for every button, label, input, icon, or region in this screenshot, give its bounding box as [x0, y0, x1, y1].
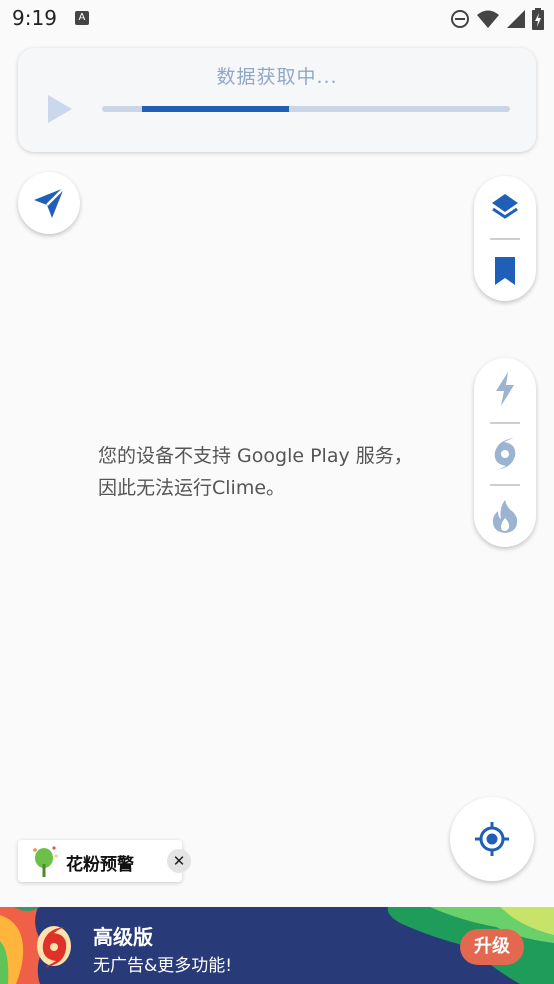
status-bar: 9:19 A: [0, 0, 554, 36]
bookmark-button[interactable]: [474, 256, 536, 286]
send-button[interactable]: [18, 172, 80, 234]
loading-card: 数据获取中...: [18, 48, 536, 152]
tree-icon: [33, 846, 58, 877]
pollen-alert-chip[interactable]: 花粉预警 ✕: [18, 840, 191, 882]
weather-layers-pill: [474, 358, 536, 547]
status-icons: [450, 8, 544, 30]
a-icon: A: [74, 11, 89, 25]
pill-divider: [490, 238, 520, 240]
banner-subtitle: 无广告&更多功能!: [93, 956, 233, 976]
send-icon: [34, 187, 65, 218]
hurricane-icon: [494, 438, 516, 470]
bookmark-icon: [495, 257, 515, 285]
premium-logo-icon: [37, 926, 71, 967]
pollen-alert-label: 花粉预警: [66, 855, 134, 875]
signal-icon: [507, 10, 525, 28]
banner-title: 高级版: [93, 925, 153, 949]
lightning-icon: [496, 372, 514, 406]
premium-banner[interactable]: 高级版 无广告&更多功能! 升级: [0, 907, 554, 984]
progress-bar: [102, 106, 510, 112]
fire-button[interactable]: [474, 498, 536, 534]
message-line-1: 您的设备不支持 Google Play 服务，: [98, 445, 413, 467]
message-line-2: 因此无法运行Clime。: [98, 477, 286, 499]
fire-icon: [492, 500, 518, 533]
unsupported-message: 您的设备不支持 Google Play 服务， 因此无法运行Clime。: [98, 440, 458, 504]
status-time: 9:19: [12, 6, 57, 30]
locate-icon: [475, 822, 509, 856]
layers-icon: [492, 194, 518, 219]
wifi-icon: [477, 10, 499, 28]
loading-text: 数据获取中...: [216, 66, 338, 88]
progress-fill: [142, 106, 289, 112]
lightning-button[interactable]: [474, 371, 536, 407]
pill-divider: [490, 484, 520, 486]
layers-button[interactable]: [474, 191, 536, 223]
pill-divider: [490, 422, 520, 424]
dnd-icon: [451, 10, 469, 28]
upgrade-button[interactable]: 升级: [460, 929, 524, 965]
close-icon[interactable]: ✕: [167, 849, 191, 873]
locate-button[interactable]: [450, 797, 534, 881]
layers-bookmark-pill: [474, 176, 536, 301]
play-icon[interactable]: [46, 94, 74, 124]
hurricane-button[interactable]: [474, 436, 536, 472]
battery-icon: [532, 8, 544, 30]
